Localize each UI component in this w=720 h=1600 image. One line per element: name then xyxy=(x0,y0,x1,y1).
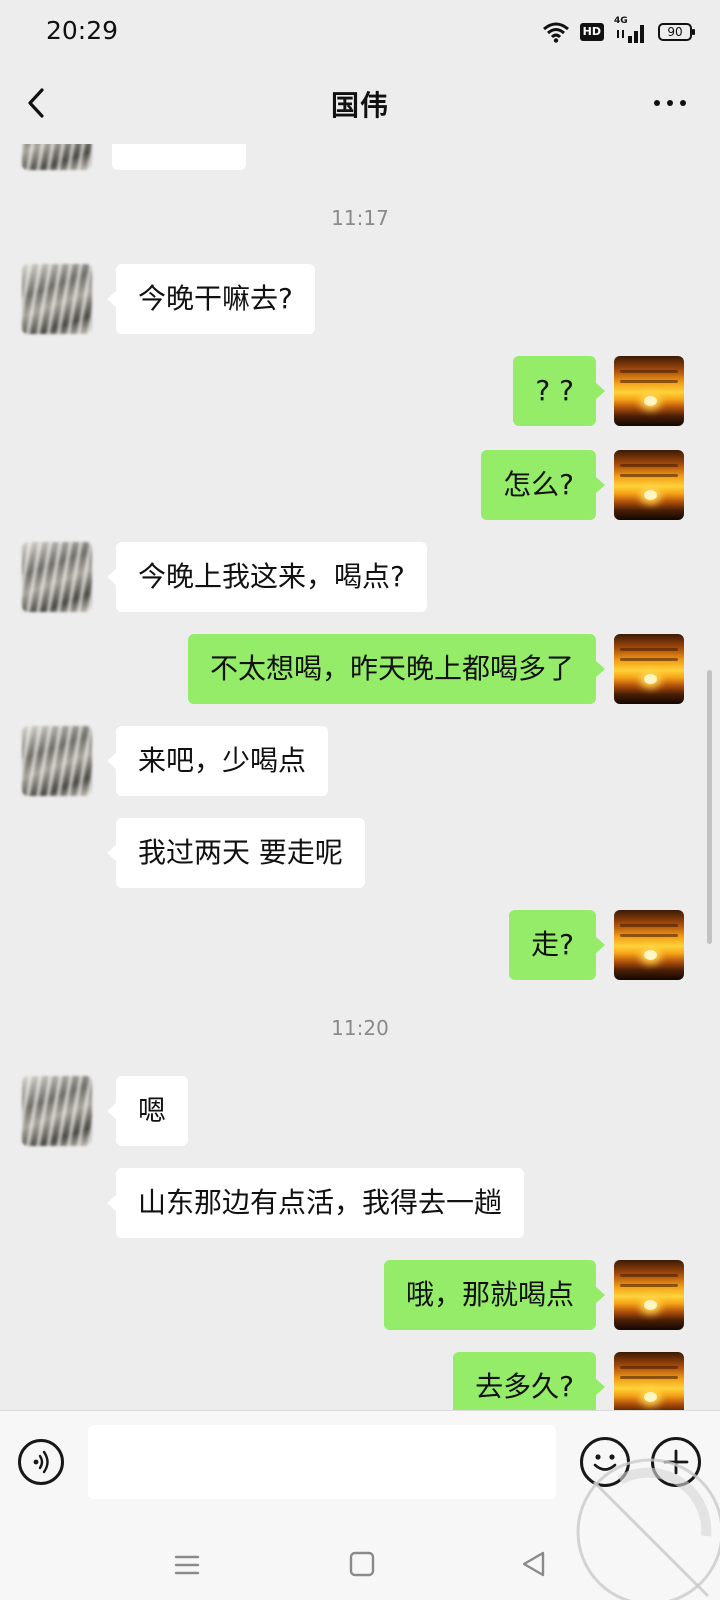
peer-avatar[interactable] xyxy=(22,726,92,796)
message-bubble-incoming[interactable]: 山东那边有点活，我得去一趟 xyxy=(106,1168,525,1238)
status-bar: 20:29 HD 4G 90 xyxy=(0,0,720,62)
timestamp: 11:17 xyxy=(331,206,389,230)
back-triangle-icon xyxy=(522,1551,545,1577)
message-bubble-incoming[interactable]: 今晚上我这来，喝点? xyxy=(107,542,427,612)
status-time: 20:29 xyxy=(46,16,119,45)
plus-icon xyxy=(663,1449,689,1475)
nav-home-button[interactable] xyxy=(348,1550,376,1578)
plus-button[interactable] xyxy=(651,1437,701,1487)
message-bubble-incoming[interactable]: 来吧，少喝点 xyxy=(106,726,329,796)
more-dot xyxy=(680,100,686,106)
message-bubble-incoming[interactable]: 今晚干嘛去? xyxy=(107,264,315,334)
message-bubble-incoming[interactable]: 我过两天 要走呢 xyxy=(107,818,365,888)
more-dot xyxy=(667,100,673,106)
message-bubble-outgoing[interactable]: 去多久? xyxy=(453,1352,605,1410)
voice-icon xyxy=(33,1450,49,1474)
more-dots-icon xyxy=(654,100,660,106)
message-bubble-outgoing[interactable]: 走? xyxy=(509,910,605,980)
self-avatar[interactable] xyxy=(614,634,684,704)
chat-title: 国伟 xyxy=(330,89,389,122)
menu-icon xyxy=(174,1555,200,1575)
message-bubble-incoming[interactable]: 嗯 xyxy=(106,1076,189,1146)
message-bubble-partial[interactable] xyxy=(112,144,246,170)
emoji-icon xyxy=(593,1454,617,1471)
hd-badge: HD xyxy=(579,23,604,41)
battery-level: 90 xyxy=(667,25,683,39)
message-bubble-outgoing[interactable]: 怎么? xyxy=(481,450,605,520)
voice-button[interactable] xyxy=(18,1439,64,1485)
system-nav-bar xyxy=(0,1530,720,1600)
peer-avatar[interactable] xyxy=(22,264,92,334)
wifi-icon xyxy=(542,22,569,43)
chat-header: 国伟 xyxy=(0,62,720,144)
message-list[interactable]: 11:17 今晚干嘛去? ? ? 怎么? 今晚上我这来，喝点? 不太想喝，昨天晚… xyxy=(0,144,720,1410)
peer-avatar[interactable] xyxy=(22,1076,92,1146)
status-icons: HD 4G 90 xyxy=(542,16,695,46)
timestamp: 11:20 xyxy=(331,1016,389,1040)
self-avatar[interactable] xyxy=(614,1352,684,1410)
emoji-button[interactable] xyxy=(580,1437,630,1487)
self-avatar[interactable] xyxy=(614,1260,684,1330)
message-bubble-outgoing[interactable]: ? ? xyxy=(513,356,605,426)
peer-avatar[interactable] xyxy=(22,144,92,170)
peer-avatar[interactable] xyxy=(22,542,92,612)
home-icon xyxy=(349,1551,375,1577)
network-type-label: 4G xyxy=(614,16,628,26)
message-input[interactable] xyxy=(88,1425,556,1499)
message-bubble-outgoing[interactable]: 不太想喝，昨天晚上都喝多了 xyxy=(187,634,606,704)
scrollbar[interactable] xyxy=(707,670,712,944)
nav-menu-button[interactable] xyxy=(172,1550,202,1580)
input-bar xyxy=(0,1410,720,1531)
battery-icon: 90 xyxy=(658,23,695,41)
self-avatar[interactable] xyxy=(614,910,684,980)
more-button[interactable] xyxy=(640,80,700,126)
self-avatar[interactable] xyxy=(614,450,684,520)
message-bubble-outgoing[interactable]: 哦，那就喝点 xyxy=(383,1260,606,1330)
signal-icon: 4G xyxy=(614,16,648,44)
nav-back-button[interactable] xyxy=(519,1549,547,1579)
self-avatar[interactable] xyxy=(614,356,684,426)
